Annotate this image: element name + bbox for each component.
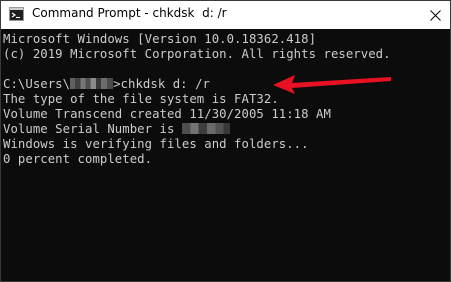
console-line: Volume Transcend created 11/30/2005 11:1… xyxy=(3,107,331,121)
console-line: The type of the file system is FAT32. xyxy=(3,92,279,106)
prompt-path: C:\Users\ xyxy=(3,77,71,91)
console-line: 0 percent completed. xyxy=(3,152,153,166)
prompt-command: >chkdsk d: /r xyxy=(113,77,210,91)
command-prompt-icon xyxy=(9,7,24,21)
red-arrow-icon xyxy=(273,75,391,94)
console-line: Windows is verifying files and folders..… xyxy=(3,137,309,151)
serial-label: Volume Serial Number is xyxy=(3,122,182,136)
title-bar[interactable]: Command Prompt - chkdsk d: /r xyxy=(1,1,450,29)
close-icon xyxy=(429,9,441,21)
console-line: (c) 2019 Microsoft Corporation. All righ… xyxy=(3,47,391,61)
redacted-serial xyxy=(181,122,230,134)
redacted-username xyxy=(70,77,114,89)
prompt-line: C:\Users\ >chkdsk d: /r xyxy=(3,77,210,92)
window-title: Command Prompt - chkdsk d: /r xyxy=(32,6,227,20)
command-prompt-window: Command Prompt - chkdsk d: /r Microsoft … xyxy=(0,0,451,282)
console-output[interactable]: Microsoft Windows [Version 10.0.18362.41… xyxy=(1,29,450,281)
close-button[interactable] xyxy=(420,1,450,29)
serial-line: Volume Serial Number is xyxy=(3,122,230,137)
console-line: Microsoft Windows [Version 10.0.18362.41… xyxy=(3,32,317,46)
